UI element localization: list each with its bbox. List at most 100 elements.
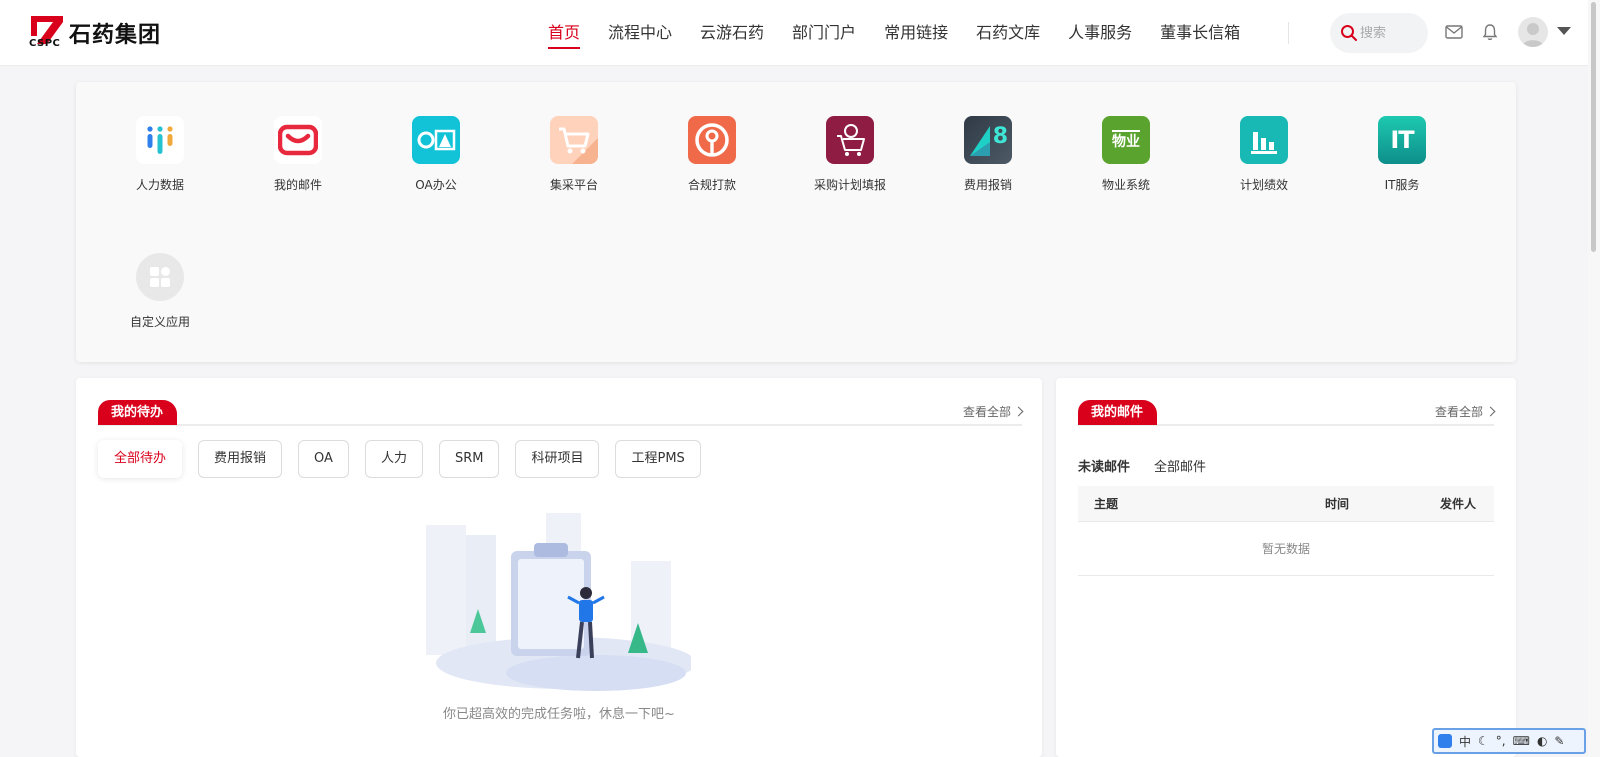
- mail-table-header: 主题 时间 发件人: [1078, 486, 1494, 522]
- app-label: IT服务: [1384, 178, 1420, 192]
- expense-icon: 8: [964, 116, 1012, 164]
- nav-cloud-tour[interactable]: 云游石药: [700, 0, 764, 66]
- main-nav: 首页 流程中心 云游石药 部门门户 常用链接 石药文库 人事服务 董事长信箱: [548, 0, 1268, 66]
- todo-card-header: 我的待办 查看全部: [98, 400, 1024, 426]
- view-all-label: 查看全部: [962, 405, 1011, 419]
- search-box[interactable]: [1330, 13, 1428, 53]
- property-icon-text: 物业: [1112, 130, 1140, 150]
- top-header: CSPC 石药集团 首页 流程中心 云游石药 部门门户 常用链接 石药文库 人事…: [0, 0, 1600, 66]
- nav-common-links[interactable]: 常用链接: [884, 0, 948, 66]
- logo-company-name: 石药集团: [69, 22, 162, 48]
- view-all-label: 查看全部: [1434, 405, 1483, 419]
- mail-card: 我的邮件 查看全部 未读邮件 全部邮件 主题 时间 发件人 暂无数据: [1056, 378, 1516, 757]
- app-label: 费用报销: [963, 178, 1012, 192]
- wrench-icon[interactable]: ✎: [1554, 734, 1564, 748]
- punctuation-icon[interactable]: °,: [1496, 734, 1506, 748]
- page-scrollbar[interactable]: [1588, 0, 1600, 757]
- nav-divider: [1288, 22, 1289, 44]
- todo-title: 我的待办: [98, 400, 178, 425]
- app-label: 我的邮件: [273, 178, 322, 192]
- app-purchase-plan[interactable]: 采购计划填报: [790, 116, 910, 193]
- mail-icon[interactable]: [1444, 22, 1464, 42]
- filter-expense[interactable]: 费用报销: [198, 440, 283, 478]
- column-sender: 发件人: [1439, 497, 1476, 511]
- app-label: 人力数据: [135, 178, 184, 192]
- filter-oa[interactable]: OA: [298, 440, 349, 478]
- nav-home[interactable]: 首页: [548, 0, 581, 66]
- app-label: 物业系统: [1101, 178, 1150, 192]
- nav-library[interactable]: 石药文库: [976, 0, 1040, 66]
- app-plan-performance[interactable]: 计划绩效: [1204, 116, 1324, 193]
- custom-app-icon: [136, 253, 184, 301]
- search-icon: [1341, 25, 1357, 41]
- app-label: 计划绩效: [1239, 178, 1288, 192]
- filter-pms[interactable]: 工程PMS: [615, 440, 701, 478]
- app-label: 集采平台: [549, 178, 598, 192]
- empty-clipboard-illustration: [426, 513, 691, 691]
- bell-icon[interactable]: [1480, 22, 1500, 42]
- chevron-right-icon: [1485, 406, 1496, 417]
- ime-mode[interactable]: 中: [1459, 733, 1471, 750]
- user-menu-caret-icon[interactable]: [1557, 27, 1571, 35]
- todo-card: 我的待办 查看全部 全部待办 费用报销 OA 人力 SRM 科研项目 工程PMS…: [76, 378, 1042, 757]
- avatar-person-icon: [1522, 23, 1544, 47]
- mail-tabs: 未读邮件 全部邮件: [1078, 456, 1230, 475]
- nav-hr-service[interactable]: 人事服务: [1068, 0, 1132, 66]
- app-label: 自定义应用: [129, 315, 190, 329]
- filter-all-todo[interactable]: 全部待办: [98, 440, 183, 478]
- todo-view-all-link[interactable]: 查看全部: [962, 403, 1024, 420]
- user-avatar[interactable]: [1518, 17, 1548, 47]
- nav-department-portal[interactable]: 部门门户: [792, 0, 856, 66]
- fullwidth-icon[interactable]: ◐: [1537, 734, 1547, 748]
- search-input[interactable]: [1360, 23, 1420, 43]
- payment-icon: [688, 116, 736, 164]
- app-custom[interactable]: 自定义应用: [100, 253, 220, 330]
- it-icon: IT: [1378, 116, 1426, 164]
- chevron-right-icon: [1013, 406, 1024, 417]
- logo-cspc-text: CSPC: [29, 38, 61, 49]
- column-subject: 主题: [1094, 497, 1119, 511]
- cart-icon: [550, 116, 598, 164]
- mail-table: 主题 时间 发件人 暂无数据: [1078, 486, 1494, 576]
- app-oa-office[interactable]: OA办公: [376, 116, 496, 193]
- app-property-system[interactable]: 物业 物业系统: [1066, 116, 1186, 193]
- app-it-service[interactable]: IT IT服务: [1342, 116, 1462, 193]
- mail-empty-text: 暂无数据: [1078, 522, 1494, 576]
- tab-all-mail[interactable]: 全部邮件: [1154, 456, 1206, 475]
- hr-data-icon: [136, 116, 184, 164]
- keyboard-icon[interactable]: ⌨: [1513, 734, 1530, 748]
- mail-card-header: 我的邮件 查看全部: [1078, 400, 1496, 426]
- performance-icon: [1240, 116, 1288, 164]
- ime-logo-icon: [1438, 734, 1452, 748]
- cspc-logo[interactable]: CSPC 石药集团: [29, 14, 179, 52]
- mail-view-all-link[interactable]: 查看全部: [1434, 403, 1496, 420]
- moon-icon[interactable]: ☾: [1478, 734, 1489, 748]
- tab-unread-mail[interactable]: 未读邮件: [1078, 456, 1130, 475]
- app-label: OA办公: [415, 178, 457, 192]
- purchase-plan-icon: [826, 116, 874, 164]
- scrollbar-thumb[interactable]: [1591, 2, 1596, 252]
- app-my-mail[interactable]: 我的邮件: [238, 116, 358, 193]
- filter-research[interactable]: 科研项目: [515, 440, 600, 478]
- apps-panel: 人力数据 我的邮件 OA办公 集采平台 合规打款 采购计划填报 8 费用报销 物…: [76, 82, 1516, 362]
- column-time: 时间: [1324, 497, 1349, 511]
- nav-process-center[interactable]: 流程中心: [608, 0, 672, 66]
- app-compliance-payment[interactable]: 合规打款: [652, 116, 772, 193]
- property-icon: 物业: [1102, 116, 1150, 164]
- filter-hr[interactable]: 人力: [364, 440, 423, 478]
- mail-title: 我的邮件: [1078, 400, 1158, 425]
- expense-badge: 8: [992, 124, 1008, 149]
- app-expense-reimbursement[interactable]: 8 费用报销: [928, 116, 1048, 193]
- todo-filters: 全部待办 费用报销 OA 人力 SRM 科研项目 工程PMS: [98, 440, 717, 478]
- mail-icon: [274, 116, 322, 164]
- it-icon-text: IT: [1390, 126, 1414, 154]
- app-label: 合规打款: [687, 178, 736, 192]
- filter-srm[interactable]: SRM: [438, 440, 500, 478]
- ime-toolbar[interactable]: 中 ☾ °, ⌨ ◐ ✎: [1432, 728, 1586, 754]
- app-procurement-platform[interactable]: 集采平台: [514, 116, 634, 193]
- nav-chairman-mailbox[interactable]: 董事长信箱: [1160, 0, 1240, 66]
- app-hr-data[interactable]: 人力数据: [100, 116, 220, 193]
- oa-icon: [412, 116, 460, 164]
- todo-empty-text: 你已超高效的完成任务啦，休息一下吧~: [443, 707, 675, 722]
- app-label: 采购计划填报: [813, 178, 886, 192]
